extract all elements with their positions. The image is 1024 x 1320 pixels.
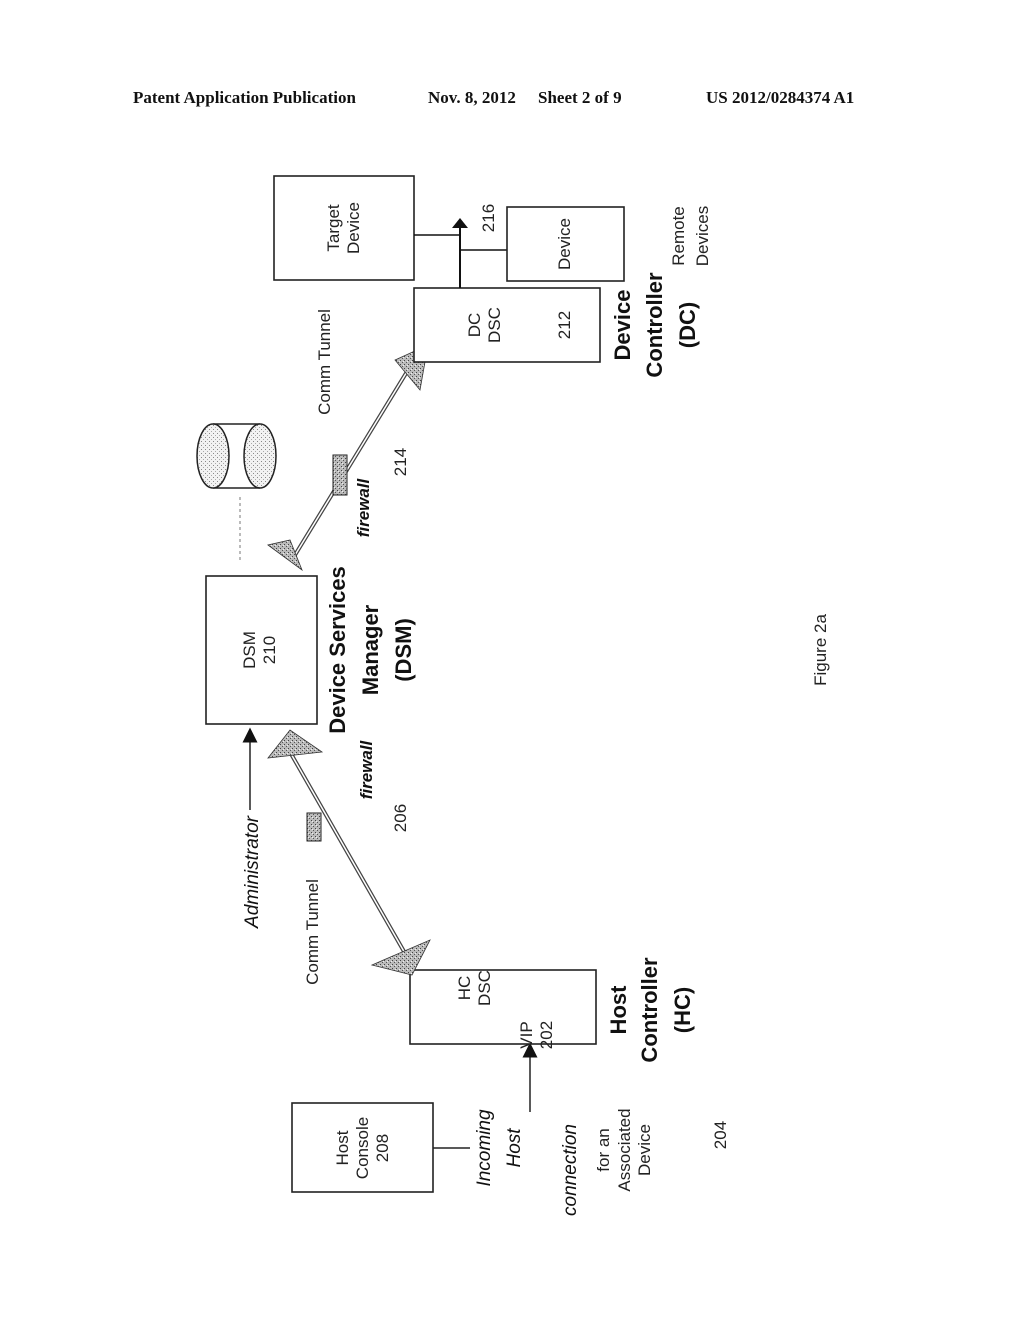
host-console-line2: Console (353, 1117, 372, 1179)
svg-text:Device Services: Device Services (325, 566, 350, 734)
svg-text:HC: HC (455, 976, 474, 1001)
svg-text:for an: for an (594, 1128, 613, 1171)
firewall-right-ref: 214 (391, 448, 410, 476)
dsm-title: Device Services Manager (DSM) (325, 566, 416, 734)
dc-node: DC DSC 212 (413, 287, 601, 363)
svg-text:Device: Device (610, 290, 635, 361)
firewall-left-icon (306, 812, 322, 842)
svg-text:DSC: DSC (475, 970, 494, 1006)
device-link-arrow (452, 218, 468, 228)
svg-text:Controller: Controller (642, 272, 667, 378)
dc-title: Device Controller (DC) (610, 272, 700, 378)
svg-text:DSC: DSC (485, 307, 504, 343)
svg-text:Host: Host (606, 985, 631, 1035)
host-controller-title: Host Controller (HC) (606, 957, 695, 1063)
svg-text:(DC): (DC) (675, 302, 700, 348)
device-link-ref: 216 (479, 204, 498, 232)
svg-text:Remote: Remote (669, 206, 688, 266)
firewall-left-label: firewall (357, 739, 376, 799)
database-icon (196, 423, 277, 489)
administrator-label: Administrator (242, 815, 263, 929)
firewall-right-icon (332, 454, 348, 496)
svg-text:VIP: VIP (517, 1021, 536, 1048)
svg-text:Host: Host (504, 1128, 525, 1168)
host-console-node: Host Console 208 (291, 1102, 434, 1193)
svg-text:Controller: Controller (637, 957, 662, 1063)
dsm-node: DSM 210 (205, 575, 318, 725)
host-console-ref: 208 (373, 1134, 392, 1162)
svg-text:Device: Device (635, 1124, 654, 1176)
svg-text:Target: Target (324, 204, 343, 252)
figure-2a-diagram: Host Console 208 Incoming Host connectio… (196, 175, 830, 1216)
incoming-ref: 204 (711, 1121, 730, 1149)
device-node: Device (506, 206, 625, 282)
svg-text:210: 210 (260, 636, 279, 664)
svg-text:202: 202 (537, 1021, 556, 1049)
tunnel-endpoint-dsm-left (267, 729, 324, 759)
comm-tunnel-right-label: Comm Tunnel (315, 309, 334, 415)
svg-text:Device: Device (555, 218, 574, 270)
svg-text:Incoming: Incoming (474, 1109, 495, 1187)
remote-devices-label: Remote Devices (669, 206, 712, 266)
incoming-connection-label: Incoming Host connection for an Associat… (474, 1108, 730, 1216)
target-device-node: Target Device (273, 175, 415, 281)
svg-text:(HC): (HC) (670, 987, 695, 1033)
svg-text:DSM: DSM (240, 631, 259, 669)
host-console-line1: Host (333, 1130, 352, 1165)
firewall-right-label: firewall (354, 477, 373, 537)
svg-text:Associated: Associated (615, 1108, 634, 1191)
svg-text:Device: Device (344, 202, 363, 254)
svg-text:Devices: Devices (693, 206, 712, 266)
svg-text:212: 212 (555, 311, 574, 339)
svg-text:connection: connection (560, 1124, 581, 1216)
firewall-left-ref: 206 (391, 804, 410, 832)
comm-tunnel-left-label: Comm Tunnel (303, 879, 322, 985)
svg-text:Manager: Manager (358, 604, 383, 695)
figure-caption: Figure 2a (811, 614, 830, 686)
svg-text:(DSM): (DSM) (391, 618, 416, 682)
host-controller-node: HC DSC VIP 202 (409, 969, 597, 1049)
svg-text:DC: DC (465, 313, 484, 338)
